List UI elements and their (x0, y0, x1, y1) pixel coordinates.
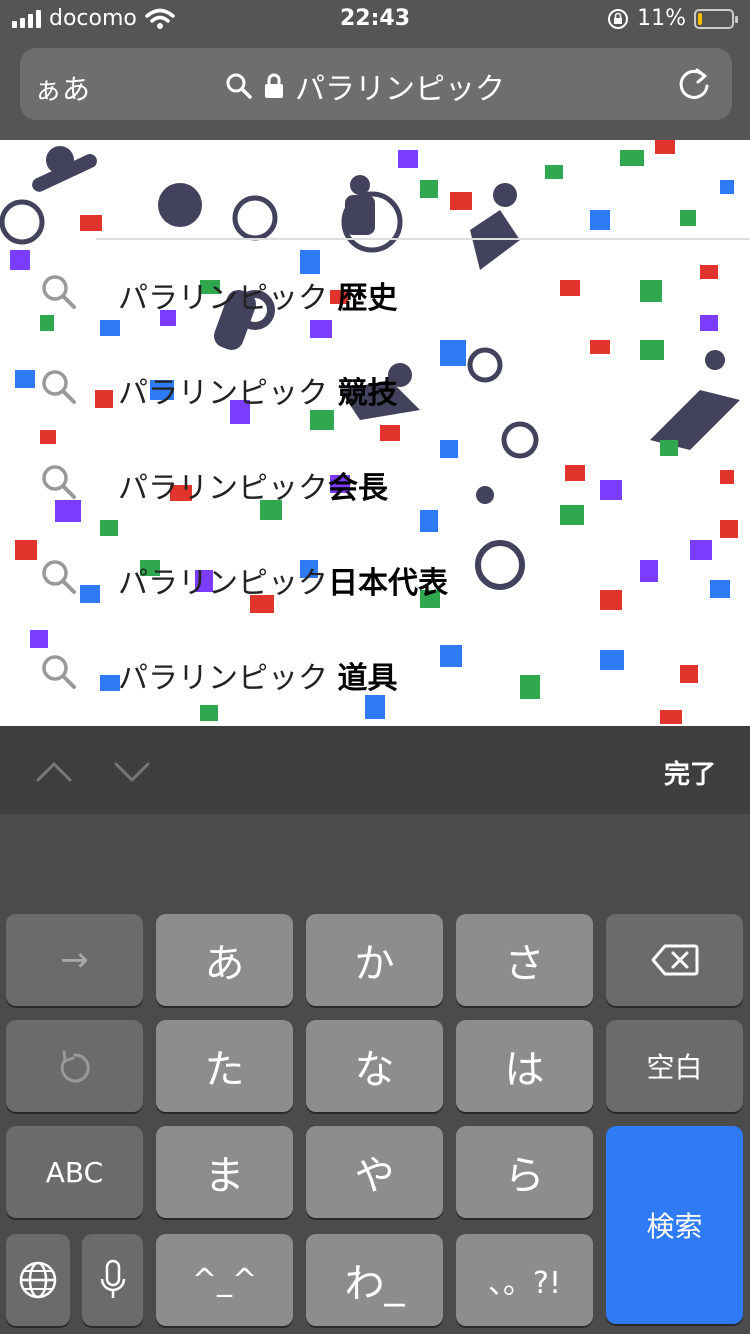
suggestion-suffix: 競技 (337, 376, 398, 411)
search-icon (42, 655, 76, 689)
suggestion-prefix: パラリンピック (118, 376, 338, 411)
key-ka[interactable]: か (306, 914, 443, 1006)
done-button[interactable]: 完了 (664, 754, 716, 791)
search-suggestions-panel: パラリンピック 歴史 パラリンピック 競技 パラリンピック会長 パラリンピック日… (0, 140, 750, 726)
url-query-text: パラリンピック (295, 72, 505, 107)
globe-key[interactable] (6, 1234, 70, 1326)
key-ta[interactable]: た (156, 1020, 293, 1112)
battery-level (698, 12, 702, 25)
keyboard-accessory-bar: 完了 (0, 726, 750, 814)
suggestion-prefix: パラリンピック (118, 661, 338, 696)
japanese-flick-keyboard: → あ か さ た な は 空白 ABC ま や ら 検索 ^_^ わ_ 、。?… (0, 814, 750, 1334)
key-sa[interactable]: さ (456, 914, 593, 1006)
suggestion-text: パラリンピック 道具 (118, 653, 398, 697)
mic-key[interactable] (82, 1234, 143, 1326)
chevron-down-icon[interactable] (112, 752, 152, 792)
suggestion-prefix: パラリンピック (118, 566, 328, 601)
suggestion-text: パラリンピック会長 (118, 463, 388, 507)
browser-toolbar: ぁあ パラリンピック (0, 40, 750, 140)
reload-icon[interactable] (674, 64, 714, 104)
search-icon (42, 275, 76, 309)
suggestion-prefix: パラリンピック (118, 471, 328, 506)
search-key[interactable]: 検索 (606, 1126, 743, 1324)
suggestion-text: パラリンピック日本代表 (118, 558, 448, 602)
backspace-icon (651, 944, 698, 976)
status-right: 11% (607, 6, 738, 31)
text-size-button[interactable]: ぁあ (34, 68, 90, 108)
key-ma[interactable]: ま (156, 1126, 293, 1218)
search-icon (42, 465, 76, 499)
emoticon-key[interactable]: ^_^ (156, 1234, 293, 1326)
orientation-lock-icon (608, 8, 629, 29)
suggestion-suffix: 日本代表 (328, 566, 448, 601)
chevron-up-icon[interactable] (34, 752, 74, 792)
suggestion-item[interactable]: パラリンピック 歴史 (0, 245, 750, 335)
key-ra[interactable]: ら (456, 1126, 593, 1218)
abc-key[interactable]: ABC (6, 1126, 143, 1218)
url-bar[interactable]: ぁあ パラリンピック (20, 48, 732, 120)
suggestion-item[interactable]: パラリンピック 道具 (0, 625, 750, 715)
suggestion-text: パラリンピック 競技 (118, 368, 398, 412)
suggestion-divider (96, 238, 750, 240)
arrow-key[interactable]: → (6, 914, 143, 1006)
search-icon (42, 370, 76, 404)
battery-icon (694, 8, 738, 29)
suggestion-item[interactable]: パラリンピック日本代表 (0, 530, 750, 620)
suggestion-suffix: 歴史 (337, 281, 398, 316)
suggestion-suffix: 会長 (328, 471, 388, 506)
undo-key[interactable] (6, 1020, 143, 1112)
lock-icon (265, 73, 283, 98)
key-ya[interactable]: や (306, 1126, 443, 1218)
key-a[interactable]: あ (156, 914, 293, 1006)
space-key[interactable]: 空白 (606, 1020, 743, 1112)
delete-key[interactable] (606, 914, 743, 1006)
microphone-icon (100, 1259, 125, 1298)
suggestion-prefix: パラリンピック (118, 281, 338, 316)
key-na[interactable]: な (306, 1020, 443, 1112)
suggestion-text: パラリンピック 歴史 (118, 273, 398, 317)
undo-icon (60, 1050, 90, 1083)
key-ha[interactable]: は (456, 1020, 593, 1112)
globe-icon (19, 1261, 57, 1299)
search-icon (42, 560, 76, 594)
suggestion-suffix: 道具 (337, 661, 398, 696)
key-wa[interactable]: わ_ (306, 1234, 443, 1326)
punctuation-key[interactable]: 、。?! (456, 1234, 593, 1326)
url-field[interactable]: パラリンピック (225, 64, 505, 108)
battery-percent: 11% (637, 6, 686, 31)
search-icon (226, 73, 252, 99)
status-bar: docomo 22:43 11% (0, 0, 750, 40)
suggestion-item[interactable]: パラリンピック会長 (0, 435, 750, 525)
suggestion-item[interactable]: パラリンピック 競技 (0, 340, 750, 430)
